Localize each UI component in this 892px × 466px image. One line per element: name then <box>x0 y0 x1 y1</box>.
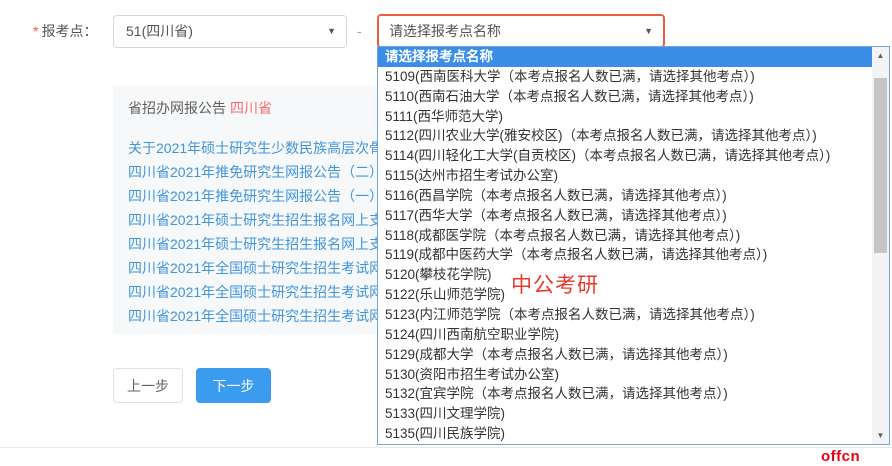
dropdown-scrollbar[interactable]: ▲ ▼ <box>872 47 889 444</box>
notice-title: 省招办网报公告 <box>128 100 226 116</box>
dropdown-option[interactable]: 5119(成都中医药大学（本考点报名人数已满，请选择其他考点）) <box>378 245 872 265</box>
dropdown-option[interactable]: 5118(成都医学院（本考点报名人数已满，请选择其他考点）) <box>378 226 872 246</box>
scrollbar-thumb[interactable] <box>874 78 887 253</box>
site-select[interactable]: 请选择报考点名称 ▼ <box>377 14 665 48</box>
dropdown-option[interactable]: 5115(达州市招生考试办公室) <box>378 166 872 186</box>
required-asterisk: * <box>33 23 38 39</box>
chevron-down-icon: ▼ <box>644 16 653 46</box>
next-step-button[interactable]: 下一步 <box>196 368 271 403</box>
notice-header: 省招办网报公告四川省 <box>128 98 272 118</box>
dropdown-option[interactable]: 5111(西华师范大学) <box>378 107 872 127</box>
dropdown-option[interactable]: 5130(资阳市招生考试办公室) <box>378 365 872 385</box>
dropdown-options: 请选择报考点名称5109(西南医科大学（本考点报名人数已满，请选择其他考点）)5… <box>378 47 872 444</box>
registration-page: *报考点： 51(四川省) ▼ - 请选择报考点名称 ▼ 省招办网报公告四川省 … <box>0 0 892 466</box>
dropdown-option[interactable]: 5116(西昌学院（本考点报名人数已满，请选择其他考点）) <box>378 186 872 206</box>
form-label: *报考点： <box>33 15 97 48</box>
site-select-value: 请选择报考点名称 <box>389 16 637 46</box>
dropdown-option[interactable]: 5122(乐山师范学院) <box>378 285 872 305</box>
dropdown-option[interactable]: 5124(四川西南航空职业学院) <box>378 325 872 345</box>
dropdown-option[interactable]: 请选择报考点名称 <box>378 47 872 67</box>
scrollbar-up-arrow-icon[interactable]: ▲ <box>872 47 889 64</box>
separator-dash: - <box>357 15 362 48</box>
site-dropdown-list: 请选择报考点名称5109(西南医科大学（本考点报名人数已满，请选择其他考点）)5… <box>377 46 890 445</box>
dropdown-option[interactable]: 5114(四川轻化工大学(自贡校区)（本考点报名人数已满，请选择其他考点）) <box>378 146 872 166</box>
dropdown-option[interactable]: 5110(西南石油大学（本考点报名人数已满，请选择其他考点）) <box>378 87 872 107</box>
form-label-text: 报考点： <box>41 23 97 39</box>
watermark-text: 中公考研 <box>511 269 599 299</box>
offcn-logo: offcn <box>821 448 860 465</box>
chevron-down-icon: ▼ <box>327 16 336 47</box>
scrollbar-down-arrow-icon[interactable]: ▼ <box>872 427 889 444</box>
dropdown-option[interactable]: 5120(攀枝花学院) <box>378 265 872 285</box>
dropdown-option[interactable]: 5117(西华大学（本考点报名人数已满，请选择其他考点）) <box>378 206 872 226</box>
dropdown-option[interactable]: 5112(四川农业大学(雅安校区)（本考点报名人数已满，请选择其他考点）) <box>378 126 872 146</box>
dropdown-option[interactable]: 5135(四川民族学院) <box>378 424 872 444</box>
dropdown-option[interactable]: 5133(四川文理学院) <box>378 404 872 424</box>
bottom-divider <box>0 447 892 448</box>
dropdown-option[interactable]: 5109(西南医科大学（本考点报名人数已满，请选择其他考点）) <box>378 67 872 87</box>
dropdown-option[interactable]: 5132(宜宾学院（本考点报名人数已满，请选择其他考点）) <box>378 384 872 404</box>
dropdown-option[interactable]: 5123(内江师范学院（本考点报名人数已满，请选择其他考点）) <box>378 305 872 325</box>
notice-region: 四川省 <box>230 100 272 116</box>
prev-step-button[interactable]: 上一步 <box>113 368 183 403</box>
dropdown-option[interactable]: 5129(成都大学（本考点报名人数已满，请选择其他考点）) <box>378 345 872 365</box>
province-select-value: 51(四川省) <box>126 16 320 47</box>
province-select[interactable]: 51(四川省) ▼ <box>113 15 347 48</box>
